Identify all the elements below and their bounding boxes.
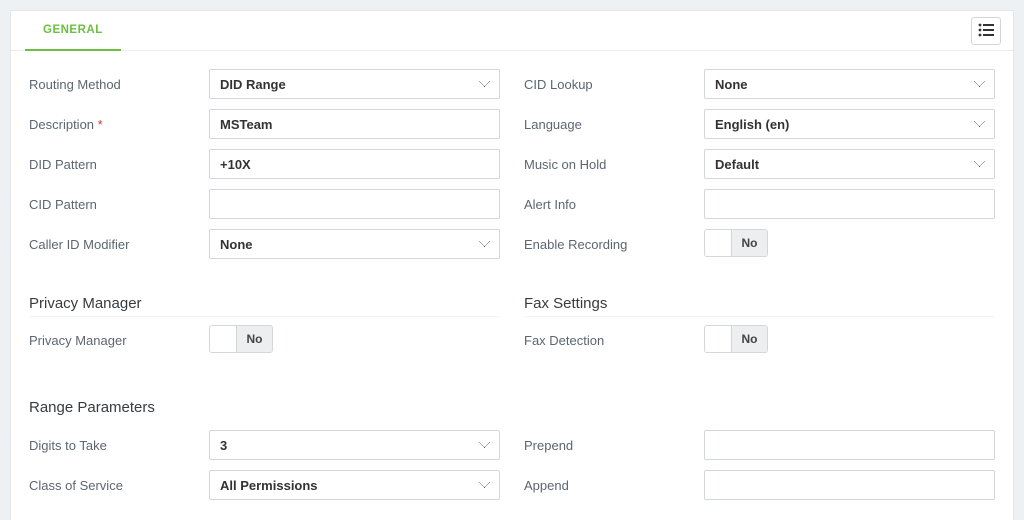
alert-info-input[interactable] [704, 189, 995, 219]
routing-method-select[interactable]: DID Range [209, 69, 500, 99]
required-indicator: * [98, 117, 103, 132]
description-input[interactable] [209, 109, 500, 139]
label-cid-pattern: CID Pattern [29, 197, 209, 212]
toggle-value: No [731, 230, 767, 256]
label-digits-to-take: Digits to Take [29, 438, 209, 453]
settings-panel: GENERAL Routing Method [10, 10, 1014, 520]
tab-general[interactable]: GENERAL [25, 11, 121, 51]
fax-detection-toggle[interactable]: No [704, 325, 768, 353]
label-prepend: Prepend [524, 438, 704, 453]
music-on-hold-select[interactable]: Default [704, 149, 995, 179]
label-class-of-service: Class of Service [29, 478, 209, 493]
label-language: Language [524, 117, 704, 132]
label-routing-method: Routing Method [29, 77, 209, 92]
cid-pattern-input[interactable] [209, 189, 500, 219]
label-fax-detection: Fax Detection [524, 333, 704, 348]
toggle-value: No [731, 326, 767, 352]
label-privacy-manager: Privacy Manager [29, 333, 209, 348]
label-cid-lookup: CID Lookup [524, 77, 704, 92]
enable-recording-toggle[interactable]: No [704, 229, 768, 257]
toggle-value: No [236, 326, 272, 352]
heading-fax-settings: Fax Settings [524, 295, 995, 317]
cid-lookup-select[interactable]: None [704, 69, 995, 99]
language-select[interactable]: English (en) [704, 109, 995, 139]
label-enable-recording: Enable Recording [524, 237, 704, 252]
heading-privacy-manager: Privacy Manager [29, 295, 500, 317]
prepend-input[interactable] [704, 430, 995, 460]
label-caller-id-modifier: Caller ID Modifier [29, 237, 209, 252]
list-icon [978, 23, 994, 40]
list-view-button[interactable] [971, 17, 1001, 45]
append-input[interactable] [704, 470, 995, 500]
did-pattern-input[interactable] [209, 149, 500, 179]
privacy-manager-toggle[interactable]: No [209, 325, 273, 353]
left-column: Routing Method DID Range Description * [29, 69, 500, 269]
label-did-pattern: DID Pattern [29, 157, 209, 172]
right-column: CID Lookup None Language English (en) [524, 69, 995, 269]
label-description: Description * [29, 117, 209, 132]
label-alert-info: Alert Info [524, 197, 704, 212]
digits-to-take-select[interactable]: 3 [209, 430, 500, 460]
class-of-service-select[interactable]: All Permissions [209, 470, 500, 500]
label-music-on-hold: Music on Hold [524, 157, 704, 172]
label-append: Append [524, 478, 704, 493]
heading-range-parameters: Range Parameters [29, 399, 1013, 416]
caller-id-modifier-select[interactable]: None [209, 229, 500, 259]
tab-bar: GENERAL [11, 11, 1013, 51]
